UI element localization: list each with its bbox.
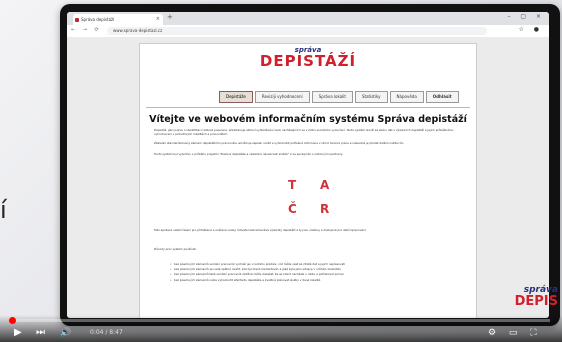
list-item: bez písemných záznamů také sociální prac… [170, 272, 460, 276]
slide-partial-text: í [0, 196, 7, 224]
window-controls[interactable]: – ▢ × [507, 13, 545, 20]
menu-item-odhlasit[interactable]: Odhlásit [425, 91, 459, 103]
site-logo[interactable]: správa DEPISTÁŽÍ [140, 47, 476, 69]
browser-tab[interactable]: Správa depistáží × [73, 14, 163, 25]
menu-item-statistiky[interactable]: Statistiky [354, 91, 388, 103]
time-display: 0:04 / 8:47 [90, 329, 123, 336]
settings-icon[interactable]: ⚙ ▭ ⛶ [488, 327, 542, 339]
intro-paragraph-3: Tento systém byl vytvořen v průběhu proj… [154, 152, 343, 156]
menu-item-napoveda[interactable]: Nápověda [389, 91, 424, 103]
menu-item-depistaze[interactable]: Depistáže [219, 91, 253, 103]
list-item: bez písemných záznamů se nedá zpětně ově… [170, 267, 460, 271]
tab-bar: Správa depistáží × + – ▢ × [67, 12, 549, 25]
close-tab-icon[interactable]: × [156, 14, 160, 25]
menu-item-lokality[interactable]: Správa lokalit [311, 91, 353, 103]
scrubber-handle[interactable] [9, 317, 16, 324]
new-tab-icon[interactable]: + [167, 13, 173, 21]
tab-title: Správa depistáží [81, 17, 115, 22]
logo-big-text: DEPISTÁŽÍ [259, 52, 357, 70]
logo-letter-c: Č [288, 202, 297, 216]
url-input[interactable]: www.sprava-depistazi.cz [107, 27, 487, 35]
bookmark-icon[interactable]: ☆ ● [518, 26, 543, 33]
list-item: bez písemných záznamů nelze vyhodnotit e… [170, 278, 460, 282]
body-paragraph: Tato aplikace nabízí řešení pro přihláše… [154, 228, 367, 232]
reasons-list: bez písemných záznamů sociální pracovník… [170, 262, 460, 283]
video-frame[interactable]: í Správa depistáží × + – ▢ × ← → ⟳ www.s… [0, 0, 562, 342]
list-item: bez písemných záznamů sociální pracovník… [170, 262, 460, 266]
play-icon[interactable]: ▶ [14, 327, 22, 339]
page-content: správa DEPISTÁŽÍ Depistáže Reviziji vyho… [139, 43, 477, 318]
favicon-icon [75, 18, 79, 22]
main-menu: Depistáže Reviziji vyhodnocení Správa lo… [219, 91, 459, 103]
logo-letter-t: T [288, 178, 297, 192]
list-intro: Důvody proč systém používat: [154, 247, 197, 251]
nav-buttons[interactable]: ← → ⟳ [71, 27, 102, 33]
logo-letter-r: R [320, 202, 330, 216]
watermark-big-text: DEPIS [514, 294, 558, 309]
menu-divider [146, 107, 470, 108]
intro-paragraph-1: Depistáž, jako pokus o identifikaci rizi… [154, 128, 454, 137]
channel-watermark[interactable]: správa DEPIS [514, 286, 558, 309]
intro-paragraph-2: Základní standardizovaný záznam depistáž… [154, 141, 405, 145]
page-background: správa DEPISTÁŽÍ Depistáže Reviziji vyho… [67, 37, 549, 318]
menu-item-revize[interactable]: Reviziji vyhodnocení [254, 91, 310, 103]
volume-icon[interactable]: 🔊 [60, 327, 71, 339]
browser-window: Správa depistáží × + – ▢ × ← → ⟳ www.spr… [67, 12, 549, 318]
page-title: Vítejte ve webovém informačním systému S… [149, 114, 467, 125]
next-icon[interactable]: ⏭ [36, 327, 45, 339]
progress-bar[interactable] [9, 317, 550, 324]
monitor: Správa depistáží × + – ▢ × ← → ⟳ www.spr… [60, 4, 560, 326]
logo-letter-a: A [320, 178, 330, 192]
video-controls: ▶ ⏭ 🔊 0:04 / 8:47 ⚙ ▭ ⛶ [0, 315, 562, 342]
